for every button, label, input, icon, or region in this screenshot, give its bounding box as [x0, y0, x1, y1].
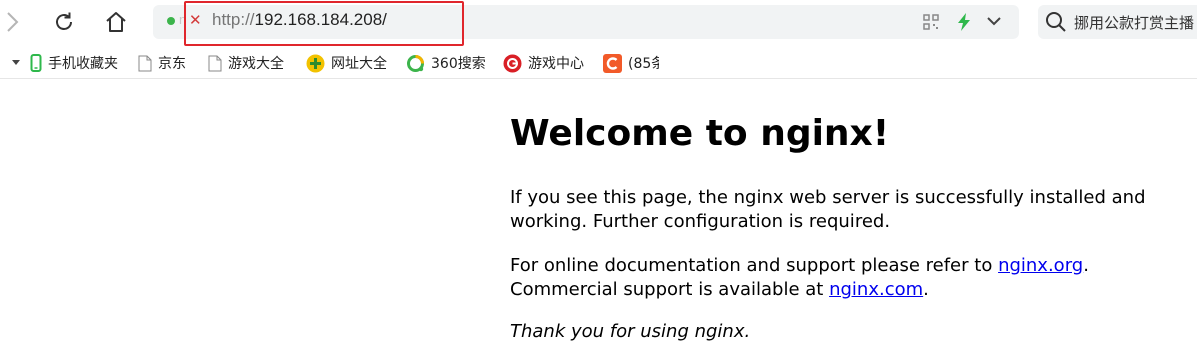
reload-button[interactable]: [48, 6, 80, 38]
chevron-down-icon[interactable]: [986, 15, 1002, 27]
qr-code-icon[interactable]: [923, 14, 939, 30]
page-icon: [208, 55, 222, 71]
bookmark-360-search[interactable]: 360搜索: [406, 53, 486, 73]
site-status-icon[interactable]: [167, 17, 175, 25]
intro-line-2: working. Further configuration is requir…: [510, 211, 891, 232]
reload-icon: [56, 12, 72, 30]
bookmark-label: 京东: [158, 56, 186, 72]
support-line-1-text: For online documentation and support ple…: [510, 255, 999, 276]
annotation-highlight-box: [184, 1, 464, 46]
intro-line-1: If you see this page, the nginx web serv…: [510, 187, 1146, 208]
bookmark-label: 网址大全: [331, 56, 387, 72]
bookmark-label: 360搜索: [431, 56, 486, 72]
game-center-icon: [503, 54, 522, 72]
support-paragraph: For online documentation and support ple…: [510, 254, 1089, 302]
bookmark-hao-directory[interactable]: 网址大全: [306, 53, 387, 73]
bookmark-game-collection[interactable]: 游戏大全: [208, 53, 292, 73]
bookmark-label: 手机收藏夹: [48, 56, 118, 72]
home-icon: [106, 12, 126, 32]
nginx-org-link[interactable]: nginx.org: [998, 255, 1083, 276]
bookmark-jd[interactable]: 京东: [138, 53, 186, 73]
support-line-2-period: .: [923, 279, 929, 300]
support-line-2-text: Commercial support is available at: [510, 279, 830, 300]
support-line-1-period: .: [1083, 255, 1089, 276]
bookmark-csdn-messages[interactable]: (85条消: [603, 53, 659, 73]
bookmarks-menu-arrow-icon[interactable]: [12, 60, 20, 65]
page-icon: [138, 55, 152, 71]
bookmark-label: (85条消: [628, 56, 659, 72]
bookmark-mobile-favorites[interactable]: 手机收藏夹: [30, 53, 118, 73]
bookmark-game-center[interactable]: 游戏中心: [503, 53, 584, 73]
home-button[interactable]: [100, 6, 132, 38]
intro-paragraph: If you see this page, the nginx web serv…: [510, 186, 1146, 234]
360-search-icon: [407, 54, 424, 72]
browser-toolbar: n ✕ http://192.168.184.208/ 挪用公款打赏主播: [0, 0, 1197, 46]
hao-icon: [306, 54, 325, 72]
thank-you-text: Thank you for using nginx.: [510, 321, 751, 342]
chevron-right-icon: [7, 12, 19, 32]
search-icon[interactable]: [1045, 11, 1067, 33]
page-title: Welcome to nginx!: [510, 113, 890, 154]
csdn-icon: [603, 53, 622, 73]
bookmarks-bar: 手机收藏夹 京东 游戏大全 网址大全 360搜索 游戏中心 (85条消: [0, 47, 1197, 79]
bookmark-label: 游戏大全: [228, 56, 284, 72]
bookmark-label: 游戏中心: [528, 56, 584, 72]
forward-button[interactable]: [0, 6, 28, 38]
nginx-com-link[interactable]: nginx.com: [829, 279, 923, 300]
phone-icon: [30, 54, 42, 72]
search-suggestion-text[interactable]: 挪用公款打赏主播: [1074, 12, 1194, 33]
lightning-icon[interactable]: [956, 12, 972, 32]
